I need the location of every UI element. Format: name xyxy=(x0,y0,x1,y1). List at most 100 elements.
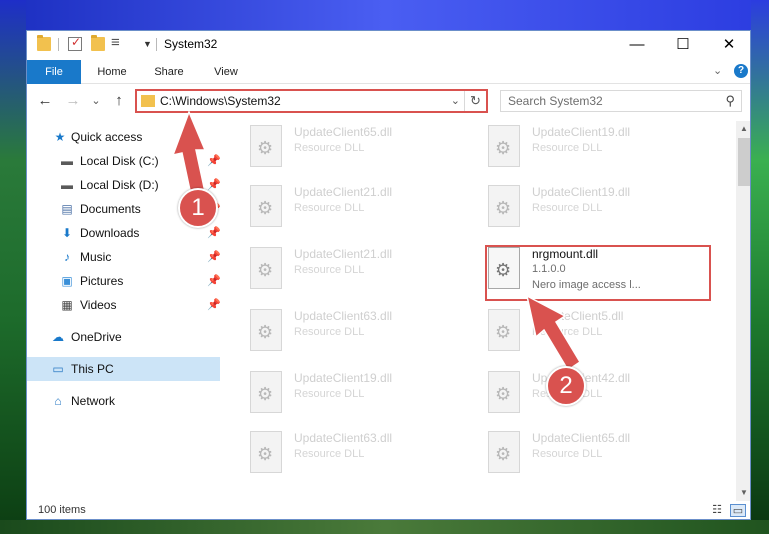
navigation-pane: ★ Quick access ▬ Local Disk (C:) 📌 ▬ Loc… xyxy=(27,121,221,501)
folder-icon xyxy=(37,35,51,51)
file-item[interactable]: UpdateClient65.dll Resource DLL xyxy=(242,121,480,181)
quick-access-dropdown-icon[interactable]: ▼ xyxy=(143,39,152,49)
status-bar: 100 items ☷ ▭ xyxy=(27,501,750,519)
recent-locations-button[interactable]: ⌄ xyxy=(89,91,103,111)
sidebar-item-this-pc[interactable]: ▭ This PC xyxy=(27,357,220,381)
maximize-button[interactable]: ☐ xyxy=(660,31,706,59)
sidebar-item-local-disk-c[interactable]: ▬ Local Disk (C:) 📌 xyxy=(27,149,221,173)
sidebar-item-label: Videos xyxy=(80,298,117,312)
file-highlight-box xyxy=(485,245,711,301)
title-bar: ▼ System32 — ☐ ✕ xyxy=(27,31,750,59)
file-name: UpdateClient63.dll xyxy=(294,309,393,323)
sidebar-item-onedrive[interactable]: ☁ OneDrive xyxy=(27,325,220,349)
pin-icon[interactable]: 📌 xyxy=(207,245,221,269)
file-type: Resource DLL xyxy=(532,202,603,214)
sidebar-item-label: Network xyxy=(71,394,116,408)
file-name: UpdateClient65.dll xyxy=(532,431,631,445)
sidebar-item-label: Local Disk (C:) xyxy=(80,154,159,168)
tab-share[interactable]: Share xyxy=(143,60,195,84)
file-item[interactable]: UpdateClient42.dll Resource DLL xyxy=(480,367,718,427)
search-box[interactable]: Search System32 ⚲ xyxy=(500,90,742,112)
sidebar-item-network[interactable]: ⌂ Network xyxy=(27,389,220,413)
tab-home[interactable]: Home xyxy=(87,60,137,84)
back-button[interactable]: ← xyxy=(35,91,55,111)
file-name: UpdateClient21.dll xyxy=(294,247,393,261)
pin-icon[interactable]: 📌 xyxy=(207,149,221,173)
separator xyxy=(58,38,59,51)
search-icon[interactable]: ⚲ xyxy=(725,93,735,109)
scroll-down-icon[interactable]: ▼ xyxy=(736,485,750,501)
file-item[interactable]: UpdateClient5.dll Resource DLL xyxy=(480,305,718,365)
cloud-icon: ☁ xyxy=(52,330,64,344)
pictures-icon: ▣ xyxy=(61,274,73,288)
file-item[interactable]: UpdateClient21.dll Resource DLL xyxy=(242,243,480,303)
music-icon: ♪ xyxy=(64,250,70,264)
tab-file[interactable]: File xyxy=(27,60,81,84)
file-type: Resource DLL xyxy=(294,142,365,154)
file-item[interactable]: UpdateClient21.dll Resource DLL xyxy=(242,181,480,241)
documents-icon: ▤ xyxy=(61,202,73,216)
desktop-wallpaper-right xyxy=(751,0,769,534)
star-icon: ★ xyxy=(54,130,66,144)
desktop-wallpaper-top xyxy=(0,0,769,30)
file-type: Resource DLL xyxy=(532,448,603,460)
dll-file-icon xyxy=(250,247,282,289)
sidebar-item-videos[interactable]: ▦ Videos 📌 xyxy=(27,293,220,317)
desktop-wallpaper-left xyxy=(0,0,26,534)
explorer-window: ▼ System32 — ☐ ✕ File Home Share View ⌄ … xyxy=(26,30,751,520)
help-icon[interactable]: ? xyxy=(734,64,748,78)
download-icon: ⬇ xyxy=(61,226,73,240)
dll-file-icon xyxy=(250,185,282,227)
folder-icon xyxy=(141,95,155,107)
file-type: Resource DLL xyxy=(294,326,365,338)
file-item[interactable]: UpdateClient63.dll Resource DLL xyxy=(242,427,480,487)
scrollbar-thumb[interactable] xyxy=(738,138,750,186)
computer-icon: ▭ xyxy=(52,362,64,376)
video-icon: ▦ xyxy=(61,298,73,312)
file-type: Resource DLL xyxy=(294,202,365,214)
sidebar-item-quick-access[interactable]: ★ Quick access xyxy=(27,125,220,149)
search-input[interactable]: Search System32 xyxy=(508,94,603,108)
network-icon: ⌂ xyxy=(54,394,62,408)
sidebar-item-music[interactable]: ♪ Music 📌 xyxy=(27,245,221,269)
tab-view[interactable]: View xyxy=(201,60,251,84)
callout-1: 1 xyxy=(178,188,218,228)
sidebar-item-label: Local Disk (D:) xyxy=(80,178,159,192)
up-button[interactable]: ↑ xyxy=(109,91,129,111)
file-name: UpdateClient19.dll xyxy=(532,125,631,139)
file-name: UpdateClient5.dll xyxy=(532,309,624,323)
vertical-scrollbar[interactable]: ▲ ▼ xyxy=(736,121,750,501)
tiles-view-icon[interactable]: ▭ xyxy=(730,504,746,517)
file-item[interactable]: UpdateClient19.dll Resource DLL xyxy=(480,181,718,241)
pin-icon[interactable]: 📌 xyxy=(207,269,221,293)
address-path[interactable]: C:\Windows\System32 xyxy=(160,94,281,108)
sidebar-item-label: Music xyxy=(80,250,112,264)
customize-icon[interactable] xyxy=(111,34,125,51)
address-dropdown-icon[interactable]: ⌄ xyxy=(451,94,460,107)
ribbon-tabs: File Home Share View ⌄ ? xyxy=(27,60,750,84)
file-item[interactable]: UpdateClient19.dll Resource DLL xyxy=(242,367,480,427)
dll-file-icon xyxy=(488,431,520,473)
expand-ribbon-icon[interactable]: ⌄ xyxy=(713,64,722,77)
pin-icon[interactable]: 📌 xyxy=(207,293,221,317)
dll-file-icon xyxy=(488,185,520,227)
file-name: UpdateClient63.dll xyxy=(294,431,393,445)
address-bar[interactable]: C:\Windows\System32 ⌄ ↻ xyxy=(135,89,488,113)
scroll-up-icon[interactable]: ▲ xyxy=(736,121,750,137)
file-name: UpdateClient19.dll xyxy=(532,185,631,199)
properties-check-icon[interactable] xyxy=(68,35,82,51)
sidebar-item-pictures[interactable]: ▣ Pictures 📌 xyxy=(27,269,220,293)
item-count: 100 items xyxy=(38,504,86,516)
file-type: Resource DLL xyxy=(294,264,365,276)
minimize-button[interactable]: — xyxy=(614,31,660,59)
file-item[interactable]: UpdateClient63.dll Resource DLL xyxy=(242,305,480,365)
file-item[interactable]: UpdateClient19.dll Resource DLL xyxy=(480,121,718,181)
file-item[interactable]: UpdateClient65.dll Resource DLL xyxy=(480,427,718,487)
close-button[interactable]: ✕ xyxy=(706,31,750,59)
dll-file-icon xyxy=(250,125,282,167)
dll-file-icon xyxy=(488,125,520,167)
forward-button[interactable]: → xyxy=(63,91,83,111)
refresh-button[interactable]: ↻ xyxy=(464,91,486,111)
new-folder-icon[interactable] xyxy=(91,35,105,51)
details-view-icon[interactable]: ☷ xyxy=(709,504,725,517)
